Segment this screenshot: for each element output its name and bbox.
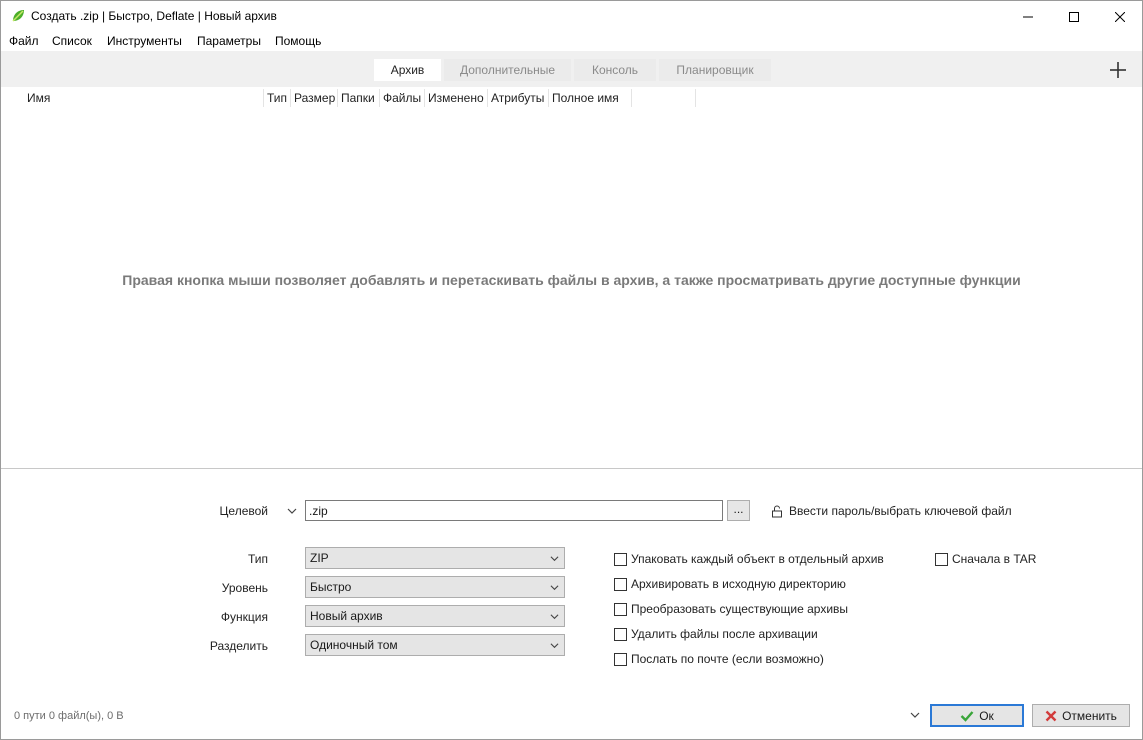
checkbox-box[interactable] (614, 577, 627, 591)
menu-help[interactable]: Помощь (275, 34, 321, 48)
file-list[interactable]: Правая кнопка мыши позволяет добавлять и… (1, 109, 1142, 468)
window-title: Создать .zip | Быстро, Deflate | Новый а… (31, 9, 277, 23)
level-value: Быстро (310, 580, 352, 594)
checkbox-separate-archives[interactable]: Упаковать каждый объект в отдельный архи… (614, 552, 884, 566)
checkbox-tar-first[interactable]: Сначала в TAR (935, 552, 1036, 566)
column-separator[interactable] (424, 89, 425, 107)
column-files[interactable]: Файлы (383, 91, 421, 105)
checkbox-box[interactable] (614, 652, 627, 666)
target-label: Целевой (219, 504, 268, 518)
panel-splitter[interactable] (1, 468, 1142, 469)
empty-list-hint: Правая кнопка мыши позволяет добавлять и… (122, 272, 1021, 288)
lock-icon (772, 505, 782, 517)
status-text: 0 пути 0 файл(ы), 0 B (14, 710, 124, 722)
checkbox-box[interactable] (614, 602, 627, 616)
close-icon (1115, 11, 1125, 22)
chevron-down-icon (550, 585, 559, 591)
tab-strip: Архив Дополнительные Консоль Планировщик (1, 51, 1142, 87)
column-folders[interactable]: Папки (341, 91, 375, 105)
checkbox-label: Послать по почте (если возможно) (631, 652, 824, 666)
ok-button[interactable]: Ок (930, 704, 1024, 727)
checkbox-label: Сначала в TAR (952, 552, 1037, 566)
column-type[interactable]: Тип (267, 91, 287, 105)
column-size[interactable]: Размер (294, 91, 335, 105)
checkbox-box[interactable] (935, 552, 948, 566)
checkbox-delete-after[interactable]: Удалить файлы после архивации (614, 627, 818, 641)
tab-scheduler[interactable]: Планировщик (659, 59, 771, 81)
tab-advanced[interactable]: Дополнительные (444, 59, 571, 81)
minimize-icon (1023, 16, 1033, 17)
type-select[interactable]: ZIP (305, 547, 565, 569)
checkbox-label: Удалить файлы после архивации (631, 627, 818, 641)
chevron-down-icon (287, 508, 297, 514)
archive-window: Создать .zip | Быстро, Deflate | Новый а… (0, 0, 1143, 740)
more-options-button[interactable] (909, 709, 921, 721)
checkbox-convert-archives[interactable]: Преобразовать существующие архивы (614, 602, 848, 616)
split-value: Одиночный том (310, 638, 398, 652)
checkbox-label: Архивировать в исходную директорию (631, 577, 846, 591)
maximize-button[interactable] (1051, 1, 1097, 32)
menu-list[interactable]: Список (52, 34, 92, 48)
title-bar[interactable]: Создать .zip | Быстро, Deflate | Новый а… (1, 1, 1142, 32)
type-label: Тип (247, 552, 268, 566)
close-window-button[interactable] (1097, 1, 1143, 32)
cancel-label: Отменить (1062, 708, 1117, 723)
level-label: Уровень (221, 581, 268, 595)
split-select[interactable]: Одиночный том (305, 634, 565, 656)
column-full-name[interactable]: Полное имя (552, 91, 619, 105)
checkbox-box[interactable] (614, 627, 627, 641)
column-separator[interactable] (290, 89, 291, 107)
column-separator[interactable] (631, 89, 632, 107)
menu-file[interactable]: Файл (9, 34, 39, 48)
function-value: Новый архив (310, 609, 383, 623)
column-name[interactable]: Имя (27, 91, 50, 105)
function-select[interactable]: Новый архив (305, 605, 565, 627)
password-button[interactable]: Ввести пароль/выбрать ключевой файл (771, 504, 1012, 518)
target-path-input[interactable]: .zip (305, 500, 723, 521)
level-select[interactable]: Быстро (305, 576, 565, 598)
column-separator[interactable] (337, 89, 338, 107)
peazip-logo-icon (10, 8, 26, 24)
checkmark-icon (960, 710, 974, 722)
split-label: Разделить (209, 639, 268, 653)
tab-console[interactable]: Консоль (574, 59, 656, 81)
column-header: Имя Тип Размер Папки Файлы Изменено Атри… (1, 87, 1142, 109)
chevron-down-icon (910, 712, 920, 718)
browse-button[interactable]: ... (727, 500, 750, 521)
checkbox-archive-to-source[interactable]: Архивировать в исходную директорию (614, 577, 846, 591)
column-modified[interactable]: Изменено (428, 91, 484, 105)
column-separator[interactable] (487, 89, 488, 107)
column-separator[interactable] (548, 89, 549, 107)
function-label: Функция (220, 610, 268, 624)
column-separator[interactable] (263, 89, 264, 107)
checkbox-send-email[interactable]: Послать по почте (если возможно) (614, 652, 824, 666)
password-label: Ввести пароль/выбрать ключевой файл (789, 504, 1012, 518)
chevron-down-icon (550, 643, 559, 649)
column-attributes[interactable]: Атрибуты (491, 91, 544, 105)
menu-tools[interactable]: Инструменты (107, 34, 182, 48)
tab-archive[interactable]: Архив (374, 59, 441, 81)
checkbox-box[interactable] (614, 552, 627, 566)
minimize-button[interactable] (1005, 1, 1051, 32)
type-value: ZIP (310, 551, 329, 565)
add-tab-button[interactable] (1107, 59, 1129, 81)
column-separator[interactable] (695, 89, 696, 107)
chevron-down-icon (550, 614, 559, 620)
column-separator[interactable] (379, 89, 380, 107)
target-history-dropdown[interactable] (287, 505, 297, 519)
chevron-down-icon (550, 556, 559, 562)
plus-icon (1110, 62, 1126, 78)
cancel-button[interactable]: Отменить (1032, 704, 1130, 727)
ok-label: Ок (979, 708, 994, 723)
maximize-icon (1069, 11, 1079, 22)
checkbox-label: Упаковать каждый объект в отдельный архи… (631, 552, 884, 566)
cross-icon (1045, 710, 1057, 721)
menu-options[interactable]: Параметры (197, 34, 261, 48)
checkbox-label: Преобразовать существующие архивы (631, 602, 849, 616)
